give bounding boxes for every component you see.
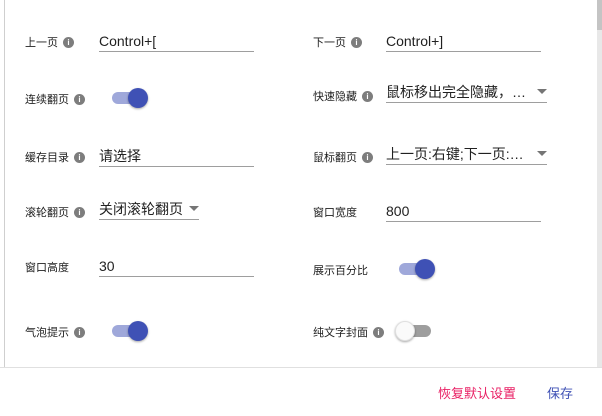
next-page-input[interactable]: Control+] (386, 30, 541, 52)
bubble-tip-toggle[interactable] (110, 320, 148, 342)
show-percent-toggle[interactable] (397, 258, 435, 280)
text-cover-label-text: 纯文字封面 (313, 327, 368, 339)
info-icon[interactable]: i (351, 36, 362, 48)
mouse-flip-label-text: 鼠标翻页 (313, 152, 357, 164)
left-edge-line (4, 0, 5, 367)
toggle-knob (395, 321, 415, 341)
text-cover-label: 纯文字封面 i (313, 324, 384, 340)
bubble-tip-label-text: 气泡提示 (25, 327, 69, 339)
next-page-label-text: 下一页 (313, 37, 346, 49)
info-icon[interactable]: i (63, 36, 74, 48)
info-icon[interactable]: i (362, 90, 373, 102)
footer-divider (0, 367, 602, 368)
prev-page-label: 上一页 i (25, 34, 74, 50)
quick-hide-label-text: 快速隐藏 (313, 91, 357, 103)
wheel-flip-label: 滚轮翻页 i (25, 204, 85, 220)
mouse-flip-value: 上一页:右键;下一页:左... (386, 145, 531, 162)
next-page-value: Control+] (386, 32, 444, 49)
scrollbar-thumb[interactable] (597, 0, 602, 30)
window-height-value: 30 (99, 257, 115, 274)
window-height-label-text: 窗口高度 (25, 262, 69, 274)
prev-page-input[interactable]: Control+[ (99, 30, 254, 52)
continuous-flip-label: 连续翻页 i (25, 91, 85, 107)
info-icon[interactable]: i (373, 326, 384, 338)
window-width-label-text: 窗口宽度 (313, 207, 357, 219)
info-icon[interactable]: i (74, 151, 85, 163)
wheel-flip-value: 关闭滚轮翻页 (99, 200, 183, 217)
chevron-down-icon (537, 151, 547, 156)
toggle-knob (128, 88, 148, 108)
continuous-flip-label-text: 连续翻页 (25, 94, 69, 106)
reset-defaults-button[interactable]: 恢复默认设置 (438, 383, 516, 402)
quick-hide-value: 鼠标移出完全隐藏，鼠... (386, 83, 531, 100)
cache-dir-value: 请选择 (99, 147, 141, 164)
toggle-knob (128, 321, 148, 341)
window-height-input[interactable]: 30 (99, 255, 254, 277)
save-button[interactable]: 保存 (547, 383, 573, 402)
info-icon[interactable]: i (74, 206, 85, 218)
show-percent-label-text: 展示百分比 (313, 265, 368, 277)
toggle-knob (415, 259, 435, 279)
cache-dir-label: 缓存目录 i (25, 149, 85, 165)
quick-hide-select[interactable]: 鼠标移出完全隐藏，鼠... (386, 81, 547, 103)
window-height-label: 窗口高度 (25, 259, 69, 275)
info-icon[interactable]: i (362, 151, 373, 163)
continuous-flip-toggle[interactable] (110, 87, 148, 109)
window-width-value: 800 (386, 202, 410, 219)
text-cover-toggle[interactable] (395, 320, 433, 342)
next-page-label: 下一页 i (313, 34, 362, 50)
show-percent-label: 展示百分比 (313, 262, 368, 278)
settings-dialog: 上一页 i Control+[ 下一页 i Control+] 连续翻页 i 快… (0, 0, 602, 416)
wheel-flip-select[interactable]: 关闭滚轮翻页 (99, 198, 199, 220)
mouse-flip-label: 鼠标翻页 i (313, 149, 373, 165)
chevron-down-icon (537, 89, 547, 94)
cache-dir-label-text: 缓存目录 (25, 152, 69, 164)
chevron-down-icon (189, 206, 199, 211)
scrollbar[interactable] (597, 0, 602, 367)
window-width-label: 窗口宽度 (313, 204, 357, 220)
window-width-input[interactable]: 800 (386, 200, 541, 222)
info-icon[interactable]: i (74, 93, 85, 105)
bubble-tip-label: 气泡提示 i (25, 324, 85, 340)
mouse-flip-select[interactable]: 上一页:右键;下一页:左... (386, 143, 547, 165)
prev-page-value: Control+[ (99, 32, 157, 49)
cache-dir-input[interactable]: 请选择 (99, 145, 254, 167)
prev-page-label-text: 上一页 (25, 37, 58, 49)
wheel-flip-label-text: 滚轮翻页 (25, 207, 69, 219)
info-icon[interactable]: i (74, 326, 85, 338)
quick-hide-label: 快速隐藏 i (313, 88, 373, 104)
